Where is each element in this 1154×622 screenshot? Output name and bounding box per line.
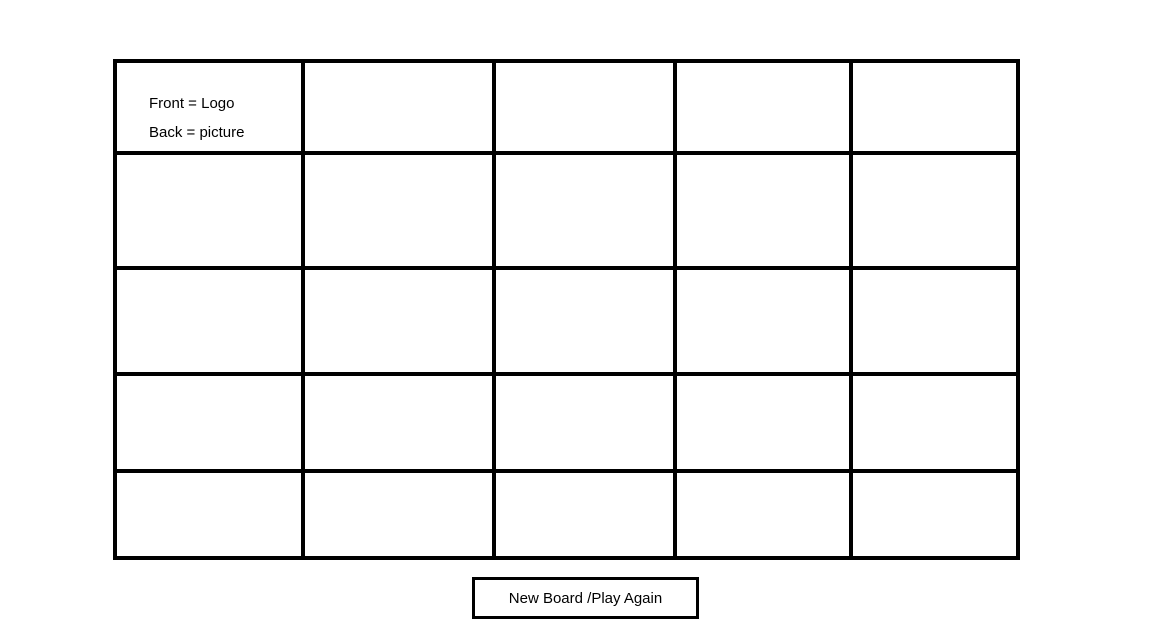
- card-slot-r3-c5[interactable]: [853, 270, 1016, 372]
- card-slot-r5-c4[interactable]: [677, 473, 849, 556]
- card-cells: [117, 63, 1016, 556]
- card-slot-r1-c5[interactable]: [853, 63, 1016, 151]
- card-slot-r3-c4[interactable]: [677, 270, 849, 372]
- card-slot-r4-c4[interactable]: [677, 376, 849, 469]
- card-slot-r1-c2[interactable]: [305, 63, 492, 151]
- card-slot-r3-c3[interactable]: [496, 270, 673, 372]
- card-slot-r2-c4[interactable]: [677, 155, 849, 266]
- card-slot-r5-c3[interactable]: [496, 473, 673, 556]
- card-back-note: Back = picture: [149, 124, 245, 141]
- card-slot-r4-c5[interactable]: [853, 376, 1016, 469]
- card-slot-r2-c5[interactable]: [853, 155, 1016, 266]
- card-slot-r2-c1[interactable]: [117, 155, 301, 266]
- card-slot-r3-c2[interactable]: [305, 270, 492, 372]
- card-slot-r5-c2[interactable]: [305, 473, 492, 556]
- card-slot-r4-c2[interactable]: [305, 376, 492, 469]
- card-slot-r3-c1[interactable]: [117, 270, 301, 372]
- card-slot-r1-c3[interactable]: [496, 63, 673, 151]
- card-front-note: Front = Logo: [149, 95, 235, 112]
- card-slot-r2-c3[interactable]: [496, 155, 673, 266]
- card-board: [113, 59, 1020, 560]
- card-slot-r5-c5[interactable]: [853, 473, 1016, 556]
- card-slot-r4-c1[interactable]: [117, 376, 301, 469]
- new-board-play-again-button[interactable]: New Board /Play Again: [472, 577, 699, 619]
- card-slot-r5-c1[interactable]: [117, 473, 301, 556]
- card-slot-r4-c3[interactable]: [496, 376, 673, 469]
- card-slot-r2-c2[interactable]: [305, 155, 492, 266]
- card-slot-r1-c4[interactable]: [677, 63, 849, 151]
